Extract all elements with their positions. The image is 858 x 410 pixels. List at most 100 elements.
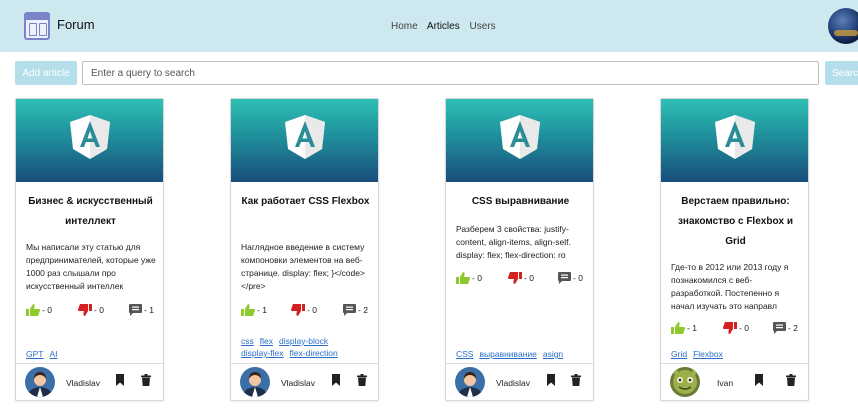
author-name[interactable]: Vladislav <box>496 378 530 388</box>
nav-home[interactable]: Home <box>391 21 418 32</box>
dislike-button[interactable]: - 0 <box>291 304 317 316</box>
card-footer: Vladislav <box>446 363 593 400</box>
main-nav: Home Articles Users <box>391 21 503 32</box>
trash-icon[interactable] <box>571 374 581 386</box>
trash-icon[interactable] <box>357 374 367 386</box>
tag-link[interactable]: GPT <box>26 349 43 359</box>
nav-users[interactable]: Users <box>470 21 496 32</box>
search-button[interactable]: Search <box>825 61 858 85</box>
tag-link[interactable]: asign <box>543 349 563 359</box>
dislike-button[interactable]: - 0 <box>508 272 534 284</box>
card-footer: Ivan <box>661 363 808 400</box>
article-card[interactable]: Бизнес & искусственный интеллект Мы напи… <box>15 98 164 401</box>
tag-link[interactable]: AI <box>49 349 57 359</box>
tag-link[interactable]: css <box>241 336 254 346</box>
like-count: - 1 <box>687 323 697 333</box>
comment-count: - 1 <box>144 305 154 315</box>
like-count: - 0 <box>472 273 482 283</box>
top-header: Forum Home Articles Users <box>0 0 858 52</box>
card-excerpt: Наглядное введение в систему компоновки … <box>241 242 365 291</box>
dislike-count: - 0 <box>94 305 104 315</box>
dislike-button[interactable]: - 0 <box>78 304 104 316</box>
card-excerpt: Разберем 3 свойства: justify-content, al… <box>456 224 571 260</box>
tag-link[interactable]: Grid <box>671 349 687 359</box>
thumbs-up-icon <box>671 322 685 334</box>
card-stats: - 1 - 0 - 2 <box>671 322 801 336</box>
trash-icon[interactable] <box>141 374 151 386</box>
dislike-button[interactable]: - 0 <box>723 322 749 334</box>
author-avatar[interactable] <box>240 367 270 397</box>
comment-icon <box>558 272 571 284</box>
author-name[interactable]: Vladislav <box>66 378 100 388</box>
card-title[interactable]: Верстаем правильно: знакомство с Flexbox… <box>667 192 804 252</box>
angular-logo-icon <box>284 115 325 159</box>
tag-link[interactable]: выравнивание <box>479 349 536 359</box>
bookmark-icon[interactable] <box>331 374 341 386</box>
thumbs-up-icon <box>241 304 255 316</box>
tag-link[interactable]: display-block <box>279 336 328 346</box>
card-image <box>446 99 593 182</box>
dislike-count: - 0 <box>307 305 317 315</box>
author-avatar[interactable] <box>670 367 700 397</box>
bookmark-icon[interactable] <box>754 374 764 386</box>
tag-link[interactable]: flex-direction <box>290 348 338 358</box>
comment-icon <box>773 322 786 334</box>
thumbs-down-icon <box>723 322 737 334</box>
bookmark-icon[interactable] <box>546 374 556 386</box>
card-stats: - 0 - 0 - 1 <box>26 304 156 318</box>
search-input[interactable] <box>82 61 819 85</box>
bookmark-icon[interactable] <box>115 374 125 386</box>
card-title[interactable]: CSS выравнивание <box>452 192 589 212</box>
angular-logo-icon <box>499 115 540 159</box>
forum-logo-icon[interactable] <box>24 12 50 40</box>
card-tags: GPT AI <box>26 348 161 360</box>
trash-icon[interactable] <box>786 374 796 386</box>
nav-articles[interactable]: Articles <box>427 21 460 32</box>
like-button[interactable]: - 0 <box>26 304 52 316</box>
thumbs-up-icon <box>26 304 40 316</box>
author-name[interactable]: Vladislav <box>281 378 315 388</box>
card-title[interactable]: Как работает CSS Flexbox <box>237 192 374 212</box>
tag-link[interactable]: CSS <box>456 349 473 359</box>
like-button[interactable]: - 1 <box>241 304 267 316</box>
card-footer: Vladislav <box>231 363 378 400</box>
comment-icon <box>129 304 142 316</box>
article-card[interactable]: Как работает CSS Flexbox Наглядное введе… <box>230 98 379 401</box>
card-title[interactable]: Бизнес & искусственный интеллект <box>22 192 159 232</box>
user-avatar[interactable] <box>828 8 858 44</box>
angular-logo-icon <box>714 115 755 159</box>
article-card[interactable]: Верстаем правильно: знакомство с Flexbox… <box>660 98 809 401</box>
angular-logo-icon <box>69 115 110 159</box>
thumbs-down-icon <box>508 272 522 284</box>
comments-button[interactable]: - 2 <box>343 304 368 316</box>
like-button[interactable]: - 1 <box>671 322 697 334</box>
comment-icon <box>343 304 356 316</box>
card-stats: - 0 - 0 - 0 <box>456 272 586 286</box>
like-count: - 0 <box>42 305 52 315</box>
like-count: - 1 <box>257 305 267 315</box>
tag-link[interactable]: display-flex <box>241 348 284 358</box>
dislike-count: - 0 <box>739 323 749 333</box>
add-article-button[interactable]: Add article <box>15 61 77 85</box>
comment-count: - 2 <box>788 323 798 333</box>
author-name[interactable]: Ivan <box>717 378 733 388</box>
author-avatar[interactable] <box>25 367 55 397</box>
article-card[interactable]: CSS выравнивание Разберем 3 свойства: ju… <box>445 98 594 401</box>
comment-count: - 0 <box>573 273 583 283</box>
comment-count: - 2 <box>358 305 368 315</box>
thumbs-up-icon <box>456 272 470 284</box>
author-avatar[interactable] <box>455 367 485 397</box>
comments-button[interactable]: - 1 <box>129 304 154 316</box>
comments-button[interactable]: - 0 <box>558 272 583 284</box>
card-image <box>231 99 378 182</box>
tag-link[interactable]: Flexbox <box>693 349 723 359</box>
thumbs-down-icon <box>78 304 92 316</box>
like-button[interactable]: - 0 <box>456 272 482 284</box>
thumbs-down-icon <box>291 304 305 316</box>
comments-button[interactable]: - 2 <box>773 322 798 334</box>
brand-title[interactable]: Forum <box>57 17 95 32</box>
card-excerpt: Где-то в 2012 или 2013 году я познакомил… <box>671 262 789 311</box>
card-image <box>16 99 163 182</box>
card-image <box>661 99 808 182</box>
tag-link[interactable]: flex <box>260 336 273 346</box>
